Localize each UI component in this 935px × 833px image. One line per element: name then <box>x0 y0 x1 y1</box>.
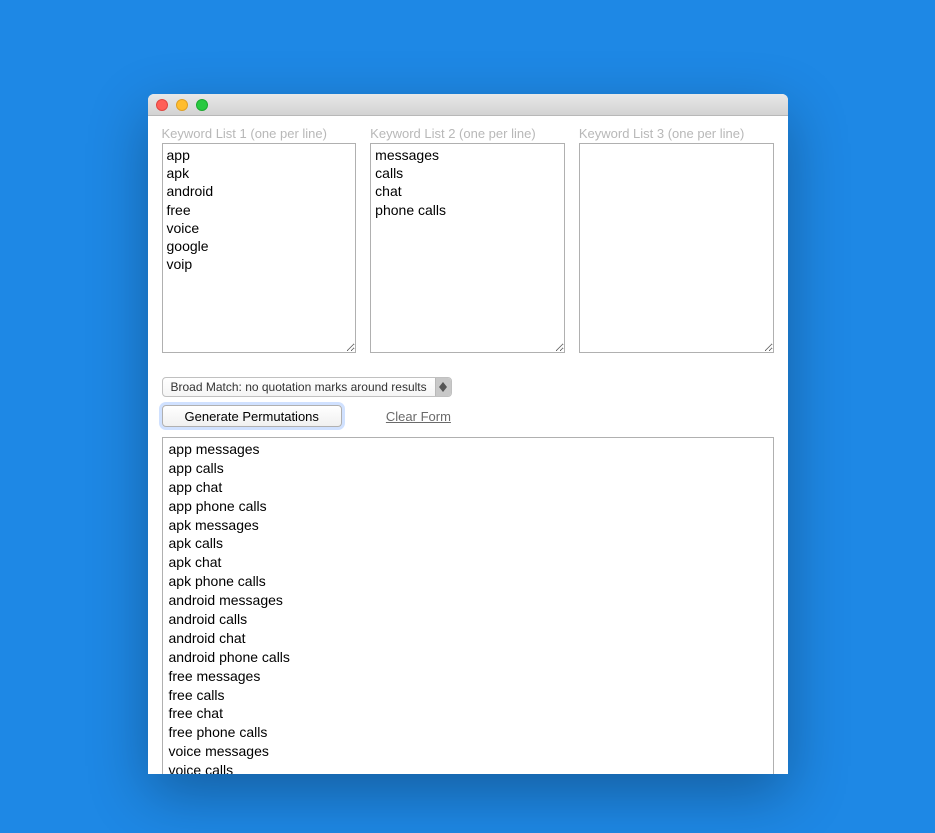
result-line: android calls <box>169 610 767 629</box>
result-line: apk phone calls <box>169 572 767 591</box>
minimize-icon[interactable] <box>176 99 188 111</box>
chevron-up-down-icon <box>435 378 451 396</box>
result-line: android phone calls <box>169 648 767 667</box>
controls: Broad Match: no quotation marks around r… <box>162 377 774 427</box>
clear-form-link[interactable]: Clear Form <box>386 409 451 424</box>
result-line: apk messages <box>169 516 767 535</box>
results-output[interactable]: app messagesapp callsapp chatapp phone c… <box>162 437 774 774</box>
keyword-column-3: Keyword List 3 (one per line) <box>579 126 774 353</box>
close-icon[interactable] <box>156 99 168 111</box>
result-line: free phone calls <box>169 723 767 742</box>
titlebar <box>148 94 788 116</box>
result-line: app calls <box>169 459 767 478</box>
keyword-list-2-input[interactable] <box>370 143 565 353</box>
result-line: voice calls <box>169 761 767 774</box>
match-type-select[interactable]: Broad Match: no quotation marks around r… <box>162 377 452 397</box>
match-type-value: Broad Match: no quotation marks around r… <box>163 378 435 396</box>
keyword-column-2: Keyword List 2 (one per line) <box>370 126 565 353</box>
keyword-columns: Keyword List 1 (one per line) Keyword Li… <box>162 126 774 353</box>
window-content: Keyword List 1 (one per line) Keyword Li… <box>148 116 788 774</box>
keyword-label-3: Keyword List 3 (one per line) <box>579 126 774 141</box>
result-line: voice messages <box>169 742 767 761</box>
keyword-column-1: Keyword List 1 (one per line) <box>162 126 357 353</box>
zoom-icon[interactable] <box>196 99 208 111</box>
action-row: Generate Permutations Clear Form <box>162 405 774 427</box>
keyword-label-1: Keyword List 1 (one per line) <box>162 126 357 141</box>
keyword-label-2: Keyword List 2 (one per line) <box>370 126 565 141</box>
result-line: free messages <box>169 667 767 686</box>
result-line: apk chat <box>169 553 767 572</box>
keyword-list-3-input[interactable] <box>579 143 774 353</box>
result-line: app messages <box>169 440 767 459</box>
app-window: Keyword List 1 (one per line) Keyword Li… <box>148 94 788 774</box>
generate-button[interactable]: Generate Permutations <box>162 405 342 427</box>
result-line: app chat <box>169 478 767 497</box>
keyword-list-1-input[interactable] <box>162 143 357 353</box>
result-line: free chat <box>169 704 767 723</box>
result-line: app phone calls <box>169 497 767 516</box>
result-line: apk calls <box>169 534 767 553</box>
result-line: free calls <box>169 686 767 705</box>
result-line: android chat <box>169 629 767 648</box>
result-line: android messages <box>169 591 767 610</box>
